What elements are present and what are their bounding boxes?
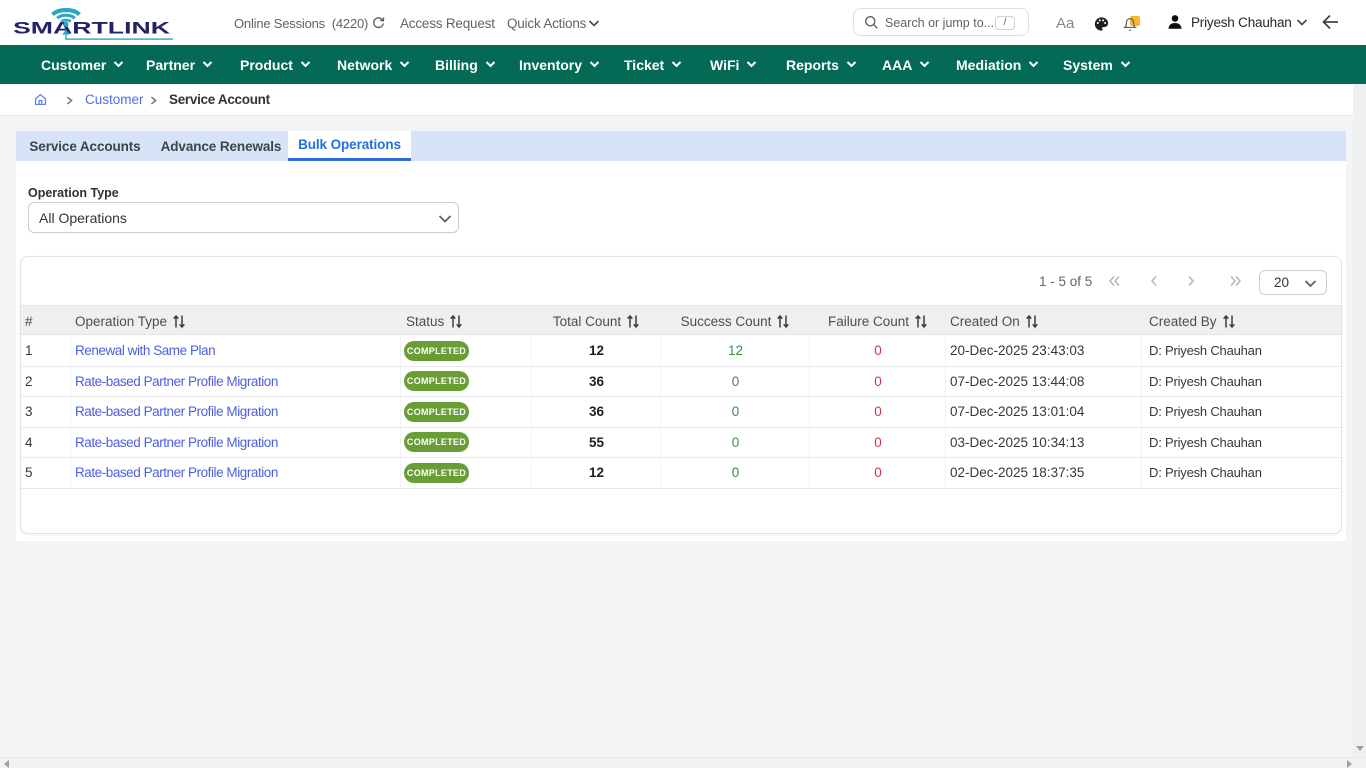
svg-text:SMARTLINK: SMARTLINK [13, 19, 171, 38]
